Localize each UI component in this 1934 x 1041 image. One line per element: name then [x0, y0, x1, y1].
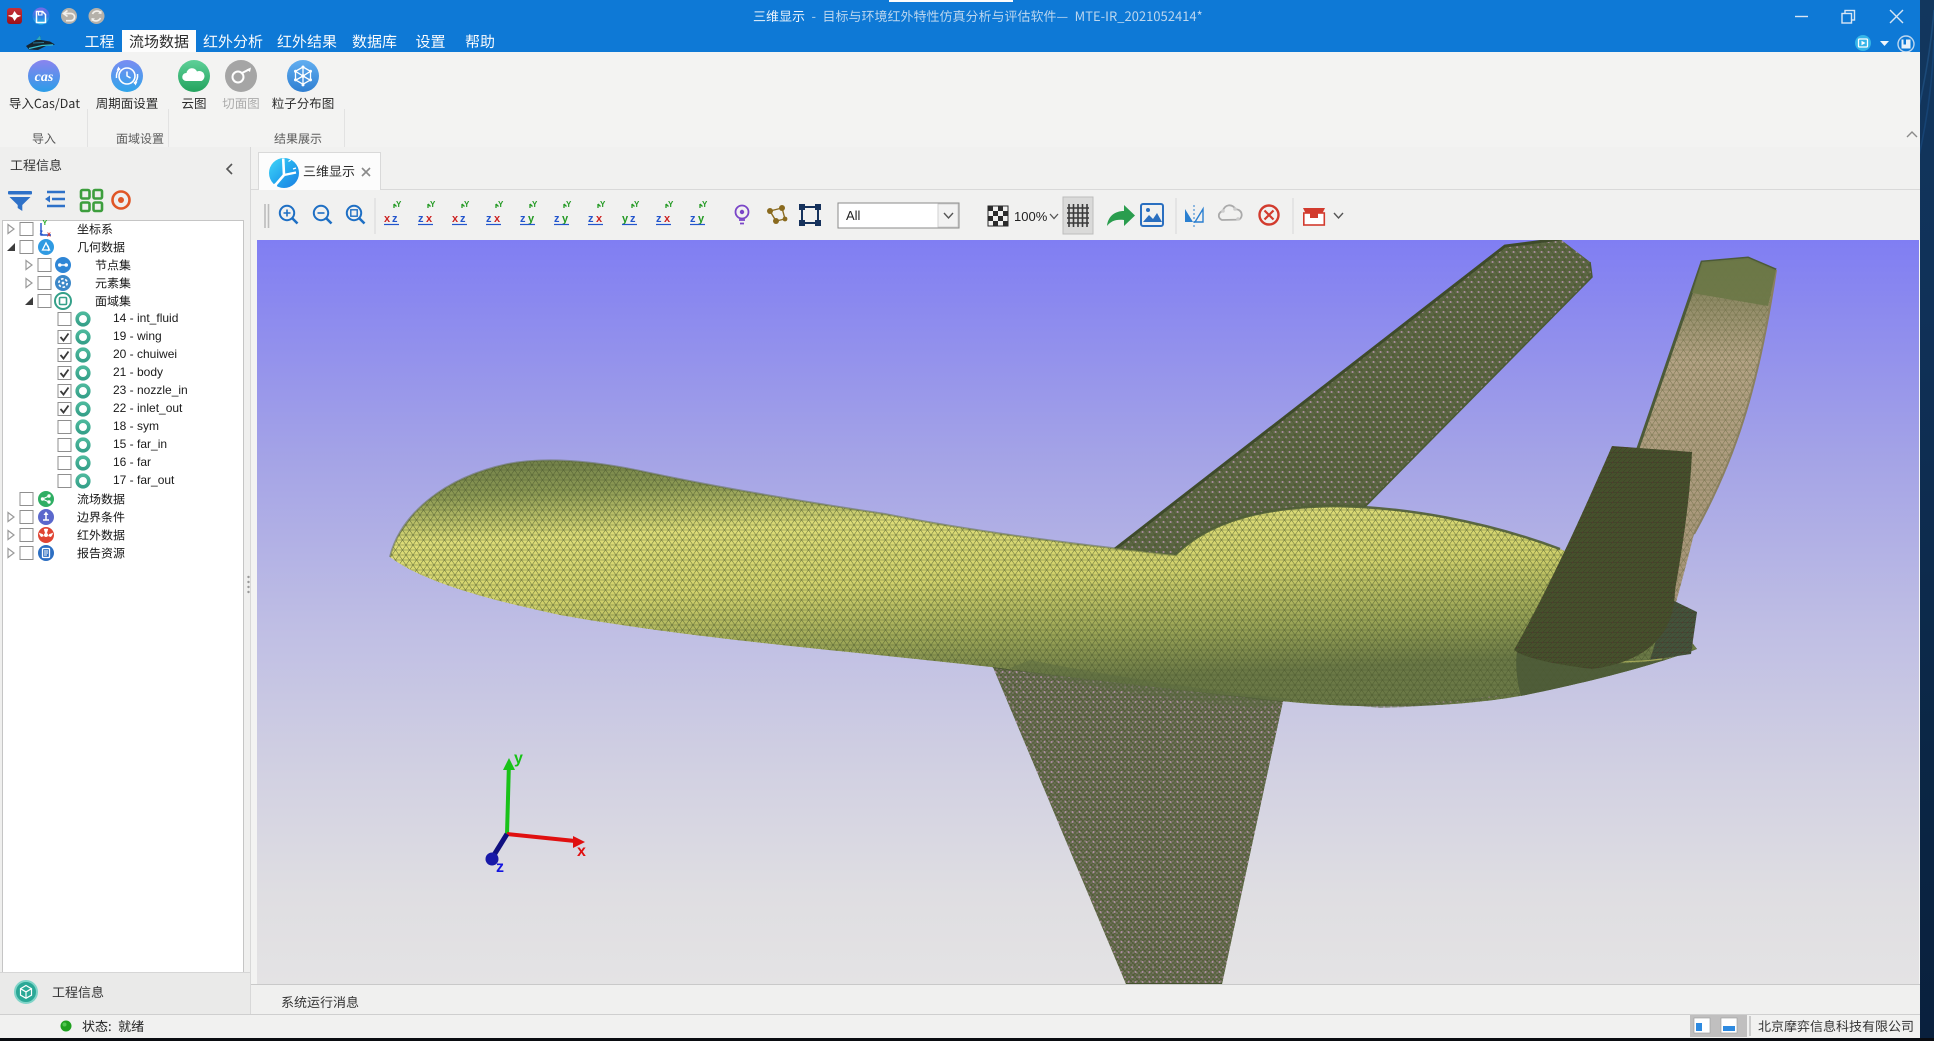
svg-text:x: x [426, 213, 433, 225]
svg-text:z: z [418, 213, 424, 225]
svg-text:Y: Y [532, 200, 538, 209]
svg-text:y: y [514, 750, 523, 767]
svg-text:Y: Y [498, 200, 504, 209]
svg-text:z: z [630, 213, 636, 225]
svg-text:y: y [528, 213, 535, 225]
svg-text:z: z [460, 213, 466, 225]
svg-text:Y: Y [43, 220, 48, 227]
svg-text:z: z [690, 213, 696, 225]
svg-text:z: z [496, 859, 504, 876]
svg-text:Y: Y [464, 200, 470, 209]
svg-text:x: x [384, 213, 391, 225]
svg-text:Y: Y [566, 200, 572, 209]
svg-text:z: z [554, 213, 560, 225]
svg-text:Y: Y [668, 200, 674, 209]
svg-text:z: z [588, 213, 594, 225]
svg-text:All: All [846, 208, 861, 223]
svg-text:cas: cas [35, 70, 54, 85]
svg-text:z: z [392, 213, 398, 225]
svg-text:z: z [656, 213, 662, 225]
svg-text:100%: 100% [1014, 209, 1048, 224]
svg-text:y: y [698, 213, 705, 225]
svg-text:z: z [486, 213, 492, 225]
svg-text:x: x [577, 843, 586, 860]
svg-text:Y: Y [430, 200, 436, 209]
svg-text:x: x [596, 213, 603, 225]
svg-text:x: x [47, 232, 51, 239]
svg-text:z: z [520, 213, 526, 225]
svg-text:y: y [562, 213, 569, 225]
svg-text:x: x [664, 213, 671, 225]
svg-text:y: y [622, 213, 629, 225]
svg-text:x: x [494, 213, 501, 225]
svg-text:z: z [40, 230, 44, 237]
svg-text:Y: Y [702, 200, 708, 209]
svg-text:Y: Y [396, 200, 402, 209]
svg-text:x: x [452, 213, 459, 225]
svg-text:Y: Y [634, 200, 640, 209]
svg-text:Y: Y [600, 200, 606, 209]
